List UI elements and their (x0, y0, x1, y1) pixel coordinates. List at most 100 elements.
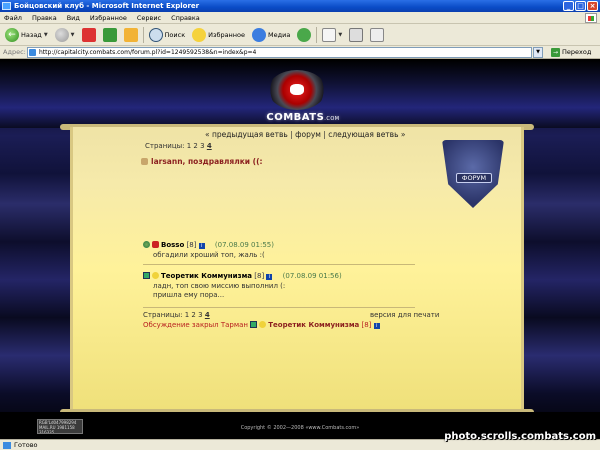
post-author[interactable]: Теоретик Коммунизма (161, 272, 252, 280)
media-icon (252, 27, 267, 42)
search-button[interactable]: Поиск (147, 26, 188, 44)
go-button[interactable]: → Переход (551, 47, 592, 57)
nav-separator: | (287, 130, 296, 139)
post-author[interactable]: Bosso (161, 241, 184, 249)
menu-favorites[interactable]: Избранное (90, 14, 127, 22)
windows-logo-icon (585, 13, 597, 23)
ie-icon (2, 2, 11, 10)
topic-title-text: larsann, поздравлялки ((: (151, 157, 263, 166)
back-label: Назад (21, 30, 42, 39)
close-button[interactable]: × (587, 1, 598, 11)
page-link-1[interactable]: 1 (185, 311, 189, 319)
favorites-button[interactable]: Избранное (190, 26, 247, 44)
post-body-line: пришла ему пора... (153, 291, 225, 299)
chevron-down-icon[interactable]: ▼ (338, 32, 342, 38)
menu-tools[interactable]: Сервис (137, 14, 161, 22)
mail-button[interactable]: ▼ (320, 26, 344, 44)
menu-view[interactable]: Вид (67, 14, 80, 22)
page-link-2[interactable]: 2 (193, 142, 197, 150)
chevron-down-icon[interactable]: ▼ (71, 32, 75, 38)
page-link-1[interactable]: 1 (187, 142, 191, 150)
status-text: Готово (14, 441, 38, 449)
thumbs-up-icon (141, 158, 148, 165)
post-body: обгадили хроший топ, жаль :( (153, 251, 265, 259)
page-icon (29, 48, 36, 56)
pages-label: Страницы: (143, 311, 183, 319)
menu-edit[interactable]: Правка (32, 14, 57, 22)
address-dropdown-button[interactable]: ▼ (533, 46, 543, 58)
toolbar: ← Назад ▼ ▼ Поиск Избранное Медиа ▼ (0, 24, 600, 46)
copyright: Copyright © 2002—2008 «www.Combats.com» (240, 425, 360, 431)
clan-icon[interactable] (143, 241, 150, 248)
align-icon (152, 241, 159, 248)
minimize-button[interactable]: _ (563, 1, 574, 11)
topic-closed-notice: Обсуждение закрыл Тарман Теоретик Коммун… (143, 321, 380, 329)
post-divider (143, 264, 415, 265)
address-label: Адрес: (3, 48, 26, 56)
counter-line: 316335 (39, 430, 55, 434)
print-button[interactable] (347, 26, 365, 44)
window-titlebar: Бойцовский клуб - Microsoft Internet Exp… (0, 0, 600, 12)
page-current: 4 (204, 311, 210, 319)
forward-button[interactable]: ▼ (53, 26, 77, 44)
post-date: (07.08.09 01:56) (282, 272, 342, 280)
search-icon (148, 27, 163, 42)
menu-file[interactable]: Файл (4, 14, 22, 22)
back-button[interactable]: ← Назад ▼ (3, 26, 50, 44)
home-button[interactable] (122, 26, 140, 44)
pagination-bottom: Страницы: 1 2 3 4 (143, 311, 210, 319)
closer-name[interactable]: Теоретик Коммунизма (268, 321, 359, 329)
forum-post: Bosso [8] i (07.08.09 01:55) обгадили хр… (143, 241, 274, 260)
page-status-icon (3, 442, 11, 449)
refresh-button[interactable] (101, 26, 119, 44)
next-branch-link[interactable]: следующая ветвь » (328, 130, 405, 139)
go-arrow-icon: → (551, 47, 560, 57)
visitor-counter[interactable]: RGB'Ld047998294 MAIL.RU 1981158 316335 (37, 419, 83, 434)
clan-icon[interactable] (250, 321, 258, 328)
align-icon (152, 272, 159, 279)
page-current: 4 (206, 142, 212, 150)
history-icon (297, 27, 312, 42)
refresh-icon (102, 27, 117, 42)
page-link-3[interactable]: 3 (198, 311, 202, 319)
branch-navigation: « предыдущая ветвь | форум | следующая в… (205, 130, 406, 139)
prev-branch-link[interactable]: « предыдущая ветвь (205, 130, 288, 139)
favorites-label: Избранное (208, 30, 246, 39)
stop-button[interactable] (80, 26, 98, 44)
pages-label: Страницы: (145, 142, 185, 150)
edit-button[interactable] (368, 26, 386, 44)
post-divider (143, 307, 415, 308)
page-link-3[interactable]: 3 (200, 142, 204, 150)
info-icon[interactable]: i (266, 274, 273, 280)
info-icon[interactable]: i (373, 323, 380, 329)
post-date: (07.08.09 01:55) (214, 241, 274, 249)
stop-icon (81, 27, 96, 42)
menubar: Файл Правка Вид Избранное Сервис Справка (0, 12, 600, 24)
history-button[interactable] (295, 26, 313, 44)
page-link-2[interactable]: 2 (191, 311, 195, 319)
post-author-level: [8] (254, 272, 265, 280)
print-version-link[interactable]: версия для печати (370, 311, 439, 319)
page-viewport: COMBATS.COM ФОРУМ « предыдущая ветвь | ф… (0, 60, 600, 439)
url-input[interactable]: http://capitalcity.combats.com/forum.pl?… (27, 46, 532, 58)
closer-level: [8] (361, 321, 372, 329)
chevron-down-icon[interactable]: ▼ (44, 32, 48, 38)
clan-icon[interactable] (143, 272, 150, 279)
mail-icon (322, 27, 337, 42)
post-author-level: [8] (186, 241, 197, 249)
forum-content: « предыдущая ветвь | форум | следующая в… (0, 60, 600, 439)
maximize-button[interactable]: □ (575, 1, 586, 11)
search-label: Поиск (164, 30, 186, 39)
forum-link[interactable]: форум (295, 130, 321, 139)
go-label: Переход (562, 48, 592, 56)
post-body-line: ладн, топ свою миссию выполнил (: (153, 282, 286, 290)
media-button[interactable]: Медиа (250, 26, 292, 44)
toolbar-divider (316, 26, 318, 43)
star-icon (192, 27, 207, 42)
closed-text: Обсуждение закрыл Тарман (143, 321, 248, 329)
url-text: http://capitalcity.combats.com/forum.pl?… (39, 48, 257, 56)
forward-arrow-icon (54, 27, 69, 42)
align-icon (259, 321, 267, 328)
info-icon[interactable]: i (198, 243, 205, 249)
menu-help[interactable]: Справка (171, 14, 200, 22)
